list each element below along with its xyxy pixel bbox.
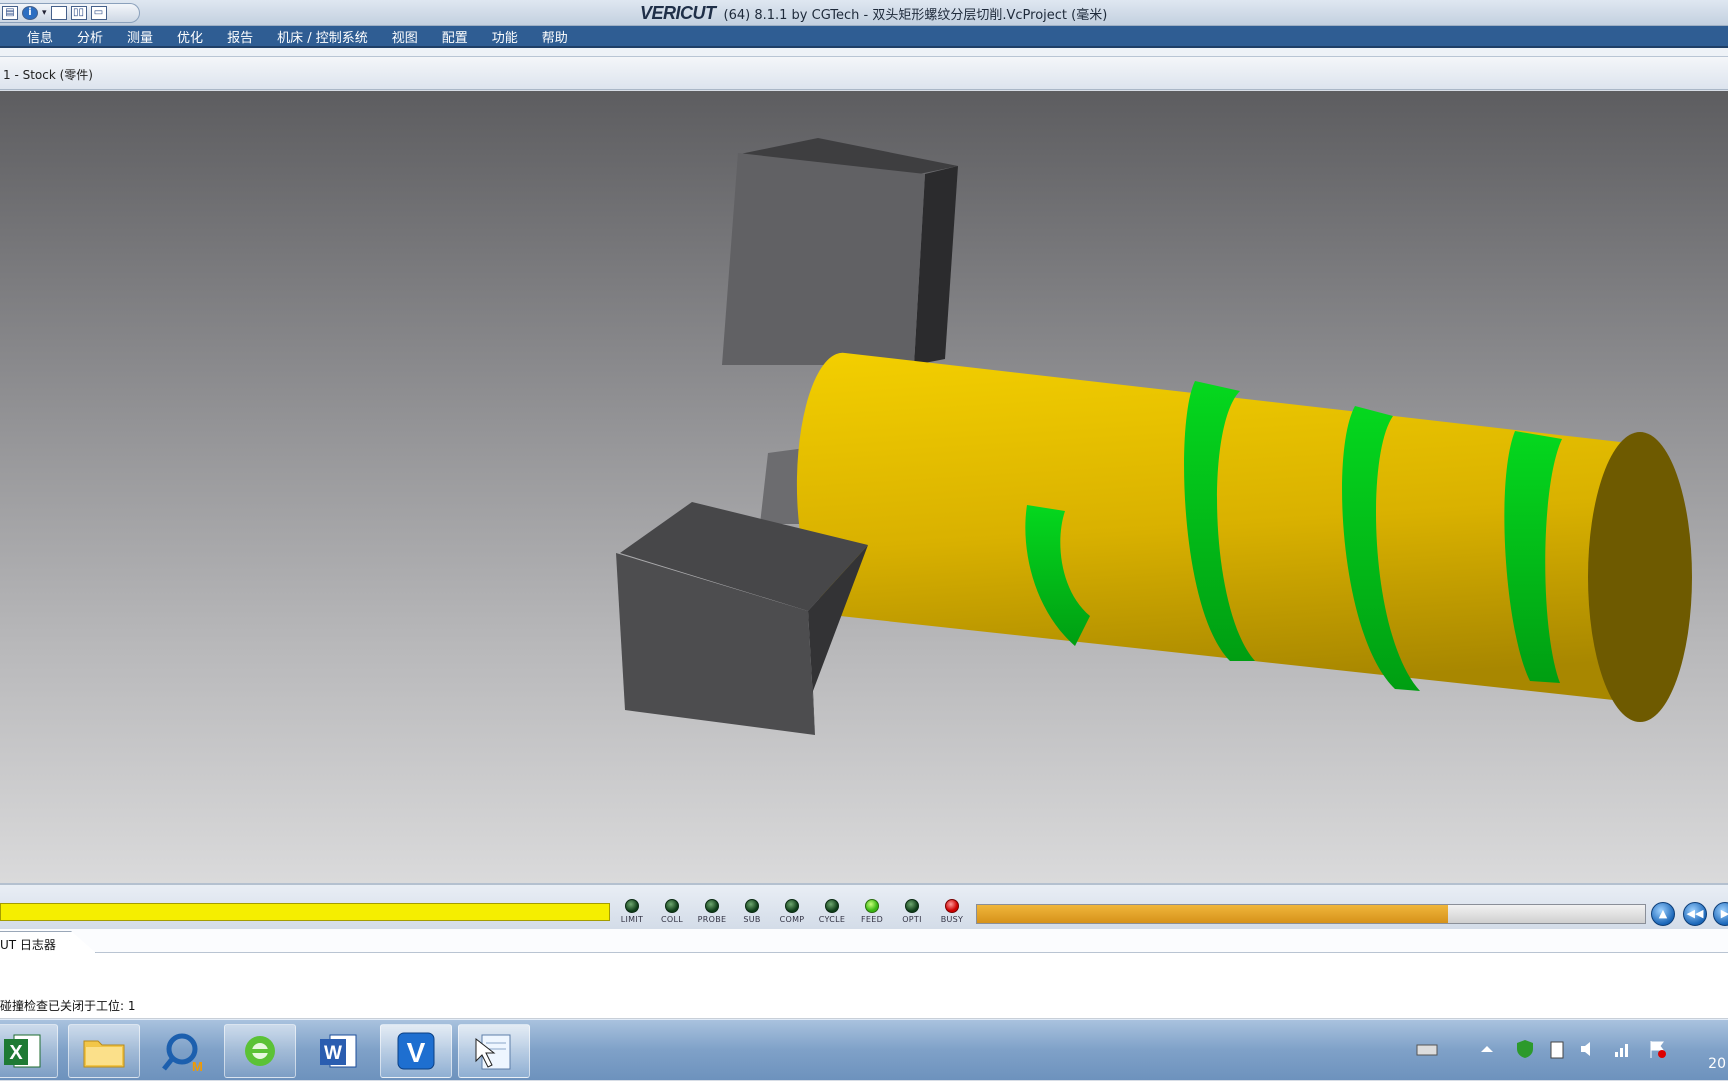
clock-text[interactable]: 20: [1708, 1056, 1726, 1072]
menu-bar: 信息 分析 测量 优化 报告 机床 / 控制系统 视图 配置 功能 帮助: [0, 26, 1728, 48]
taskbar-notepad[interactable]: [458, 1024, 530, 1078]
split-horizontal-view-icon[interactable]: ▭: [90, 6, 107, 20]
split-vertical-view-icon[interactable]: ▯▯: [70, 6, 87, 20]
window-title: VERICUT (64) 8.1.1 by CGTech - 双头矩形螺纹分层切削…: [640, 3, 1107, 24]
status-light-icon: [945, 899, 959, 913]
simulation-progress-bar: [976, 904, 1646, 924]
menu-report[interactable]: 报告: [215, 27, 265, 46]
upper-jaw: [722, 138, 958, 365]
menu-help[interactable]: 帮助: [530, 27, 580, 46]
chevron-up-icon[interactable]: [1476, 1038, 1498, 1060]
taskbar-ie[interactable]: [224, 1024, 296, 1078]
taskbar-vericut[interactable]: V: [380, 1024, 452, 1078]
ribbon-gap: [0, 48, 1728, 56]
menu-measure[interactable]: 测量: [115, 27, 165, 46]
message-bar: [0, 903, 610, 921]
led-comp: COMP: [772, 899, 812, 924]
led-opti: OPTI: [892, 899, 932, 924]
vericut-icon: V: [397, 1032, 435, 1070]
tab-logger[interactable]: UT 日志器: [0, 931, 96, 953]
eject-icon[interactable]: ▲: [1651, 902, 1675, 926]
lower-jaw: [616, 502, 868, 735]
led-cycle: CYCLE: [812, 899, 852, 924]
view-label: 1 - Stock (零件): [3, 68, 93, 82]
svg-text:X: X: [9, 1042, 23, 1064]
word-icon: W: [320, 1034, 357, 1068]
status-light-icon: [785, 899, 799, 913]
cylinder-end-face: [1588, 432, 1692, 722]
chevron-down-icon[interactable]: ▾: [42, 8, 47, 18]
notepad-icon: [475, 1034, 511, 1070]
led-busy: BUSY: [932, 899, 972, 924]
menu-config[interactable]: 配置: [430, 27, 480, 46]
svg-text:V: V: [407, 1037, 426, 1068]
led-coll: COLL: [652, 899, 692, 924]
clipboard-icon[interactable]: [1546, 1038, 1568, 1060]
view-header: 1 - Stock (零件): [0, 56, 1728, 90]
svg-text:M: M: [192, 1059, 203, 1074]
menu-optimize[interactable]: 优化: [165, 27, 215, 46]
led-feed: FEED: [852, 899, 892, 924]
threaded-stock-cylinder: [796, 352, 1692, 722]
status-lights: LIMIT COLL PROBE SUB COMP CYCLE FEED OPT…: [612, 899, 972, 924]
play-icon[interactable]: ▶: [1713, 902, 1728, 926]
led-limit: LIMIT: [612, 899, 652, 924]
security-shield-icon[interactable]: [1514, 1038, 1536, 1060]
info-icon[interactable]: i: [22, 6, 38, 20]
app-menu-icon[interactable]: ▤: [2, 6, 18, 20]
title-bar: ▤ i ▾ ▯▯ ▭ VERICUT (64) 8.1.1 by CGTech -…: [0, 0, 1728, 26]
system-tray: 20: [1378, 1020, 1728, 1081]
window-title-text: (64) 8.1.1 by CGTech - 双头矩形螺纹分层切削.VcProj…: [723, 8, 1108, 23]
led-sub: SUB: [732, 899, 772, 924]
menu-view[interactable]: 视图: [380, 27, 430, 46]
menu-info[interactable]: 信息: [0, 27, 65, 46]
taskbar-excel[interactable]: X: [0, 1024, 58, 1078]
action-center-flag-icon[interactable]: [1646, 1038, 1668, 1060]
status-light-icon: [625, 899, 639, 913]
progress-fill: [977, 905, 1448, 923]
log-tab-strip: UT 日志器: [0, 929, 1728, 953]
taskbar-explorer[interactable]: [68, 1024, 140, 1078]
3d-viewport[interactable]: [0, 91, 1728, 883]
status-light-icon: [745, 899, 759, 913]
led-probe: PROBE: [692, 899, 732, 924]
taskbar-word[interactable]: W: [302, 1024, 374, 1078]
log-panel: 碰撞检查已关闭于工位: 1: [0, 953, 1728, 1019]
svg-text:W: W: [324, 1043, 342, 1064]
stock-model-render: [616, 138, 1692, 735]
vericut-logo: VERICUT: [640, 3, 716, 23]
taskbar-mastercam[interactable]: M: [146, 1024, 218, 1078]
status-light-icon: [665, 899, 679, 913]
menu-analysis[interactable]: 分析: [65, 27, 115, 46]
keyboard-icon[interactable]: [1416, 1038, 1438, 1060]
rewind-icon[interactable]: ◀◀: [1683, 902, 1707, 926]
excel-icon: X: [4, 1034, 41, 1068]
menu-functions[interactable]: 功能: [480, 27, 530, 46]
single-view-icon[interactable]: [50, 6, 67, 20]
status-light-icon: [825, 899, 839, 913]
volume-icon[interactable]: [1578, 1038, 1600, 1060]
status-light-icon: [905, 899, 919, 913]
network-signal-icon[interactable]: [1612, 1038, 1634, 1060]
quick-access-toolbar: ▤ i ▾ ▯▯ ▭: [0, 3, 140, 23]
menu-machine-control[interactable]: 机床 / 控制系统: [265, 27, 380, 46]
log-line: 碰撞检查已关闭于工位: 1: [0, 999, 136, 1013]
taskbar: X M W V 20: [0, 1019, 1728, 1080]
file-explorer-icon: [83, 1040, 125, 1068]
mastercam-icon: M: [162, 1033, 203, 1074]
status-light-icon: [705, 899, 719, 913]
status-light-icon: [865, 899, 879, 913]
internet-explorer-icon: [245, 1036, 275, 1066]
status-bar: LIMIT COLL PROBE SUB COMP CYCLE FEED OPT…: [0, 883, 1728, 929]
